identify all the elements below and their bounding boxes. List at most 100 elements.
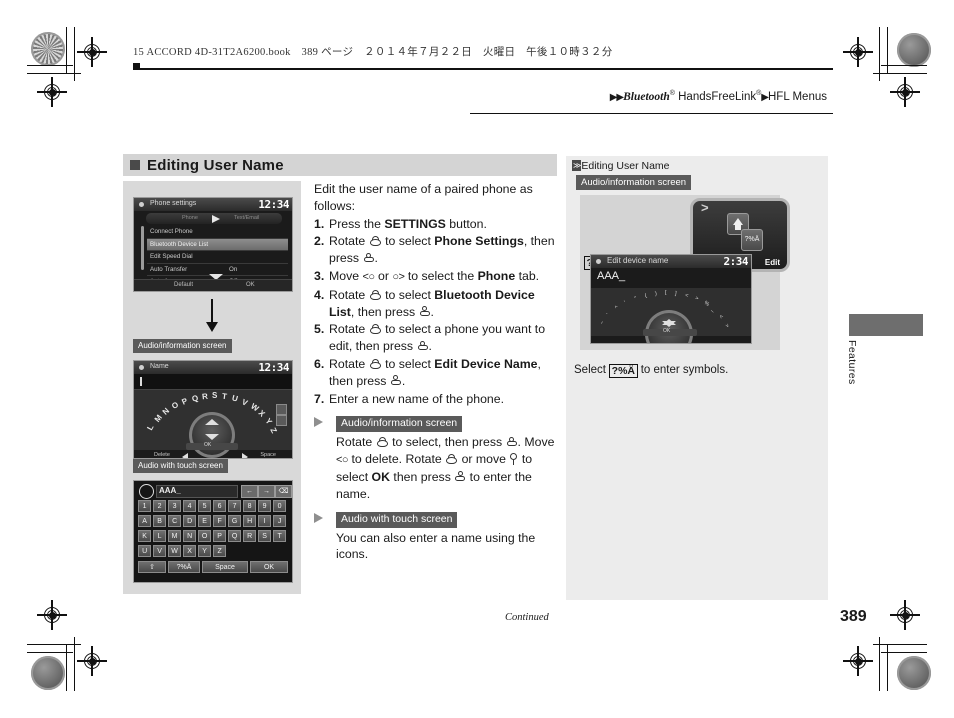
screen3-key[interactable]: Y bbox=[198, 545, 212, 557]
screen3-key[interactable]: N bbox=[183, 530, 197, 542]
screen3-key[interactable]: M bbox=[168, 530, 182, 542]
print-book-line: 15 ACCORD 4D-31T2A6200.book 389 ページ ２０１４… bbox=[133, 47, 613, 58]
screen3-key[interactable]: T bbox=[273, 530, 287, 542]
step-number: 1. bbox=[314, 216, 325, 231]
screen3-key[interactable]: L bbox=[153, 530, 167, 542]
screen1-row-label: Edit Speed Dial bbox=[150, 253, 193, 260]
screen4-symbol: ` bbox=[605, 312, 612, 318]
step-7: 7. Enter a new name of the phone. bbox=[314, 391, 560, 408]
screen1-tab-phone: Phone bbox=[182, 215, 198, 221]
breadcrumb-item-hfl-menus: HFL Menus bbox=[767, 90, 827, 103]
screen3-key[interactable]: 2 bbox=[153, 500, 167, 512]
screen3-symbol-key[interactable]: ?%Ä bbox=[168, 561, 200, 573]
registration-mark-tl2 bbox=[37, 77, 67, 107]
screen3-ok-key[interactable]: OK bbox=[250, 561, 288, 573]
screen3-key[interactable]: 5 bbox=[198, 500, 212, 512]
screen3-key[interactable]: Q bbox=[228, 530, 242, 542]
rotate-knob-icon bbox=[369, 289, 382, 301]
screen3-key[interactable]: 1 bbox=[138, 500, 152, 512]
side-tab-label: Features bbox=[846, 340, 858, 385]
screen3-key[interactable]: V bbox=[153, 545, 167, 557]
step-text-pre: Press the bbox=[329, 216, 385, 231]
screen3-key[interactable]: 0 bbox=[273, 500, 287, 512]
figure-label-audio-with-touch-screen: Audio with touch screen bbox=[133, 459, 228, 473]
screen3-key[interactable]: E bbox=[198, 515, 212, 527]
sub-block-audio-touch: Audio with touch screen You can also ent… bbox=[314, 510, 560, 564]
sub-block-tag: Audio/information screen bbox=[336, 416, 463, 433]
screen2-letter: N bbox=[160, 406, 172, 417]
screen3-key[interactable]: U bbox=[138, 545, 152, 557]
screen3-text-value: AAA_ bbox=[159, 486, 181, 495]
step-text-post: button. bbox=[445, 216, 487, 231]
screen4-status-icon bbox=[596, 259, 601, 264]
screen3-key[interactable]: Z bbox=[213, 545, 227, 557]
screen3-key[interactable]: S bbox=[258, 530, 272, 542]
screen3-key[interactable]: G bbox=[228, 515, 242, 527]
screen3-topbar: AAA_ ← → ⌫ bbox=[134, 481, 292, 499]
sub-block-audio-information: Audio/information screen Rotate to selec… bbox=[314, 414, 560, 502]
screen3-key[interactable]: C bbox=[168, 515, 182, 527]
screen3-key[interactable]: 9 bbox=[258, 500, 272, 512]
screen1-row-edit-speed-dial: Edit Speed Dial bbox=[147, 251, 288, 264]
screen1-title: Phone settings bbox=[150, 199, 197, 207]
screen3-key[interactable]: P bbox=[213, 530, 227, 542]
screen1-row-label: Auto Transfer bbox=[150, 265, 188, 273]
step-number: 4. bbox=[314, 287, 325, 302]
step-text-pre: Move bbox=[329, 268, 363, 283]
crop-line-tr-h2 bbox=[873, 73, 927, 75]
screen2-letter: Z bbox=[268, 426, 279, 435]
crop-line-tr-h bbox=[881, 65, 927, 67]
screen3-key[interactable]: 8 bbox=[243, 500, 257, 512]
screen3-backspace-button[interactable]: ⌫ bbox=[275, 485, 292, 498]
screen1-tab-text-email: Text/Email bbox=[234, 215, 260, 221]
screen3-key[interactable]: K bbox=[138, 530, 152, 542]
rotate-knob-icon bbox=[376, 437, 389, 448]
screen3-key[interactable]: X bbox=[183, 545, 197, 557]
screen3-key[interactable]: W bbox=[168, 545, 182, 557]
screen3-cursor-left-button[interactable]: ← bbox=[241, 485, 258, 498]
screen1-tabs: Phone Text/Email bbox=[146, 213, 282, 224]
screen3-key[interactable]: 7 bbox=[228, 500, 242, 512]
sub1-line1b: to select, then press bbox=[388, 435, 506, 450]
screen3-key[interactable]: R bbox=[243, 530, 257, 542]
screen3-key[interactable]: H bbox=[243, 515, 257, 527]
screen1-row-label: Connect Phone bbox=[150, 228, 193, 235]
body-text: Edit the user name of a paired phone as … bbox=[314, 181, 560, 563]
screen3-key[interactable]: J bbox=[273, 515, 287, 527]
screen3-key[interactable]: A bbox=[138, 515, 152, 527]
sub-block-arrow-icon bbox=[314, 512, 323, 523]
screen2-letter-wheel: L M N O P Q R S T U V W X Y Z Delete Spa… bbox=[134, 390, 292, 458]
screen3-key[interactable]: F bbox=[213, 515, 227, 527]
screen1-tab-pointer-icon bbox=[212, 214, 220, 223]
screen3-key[interactable]: D bbox=[183, 515, 197, 527]
magnified-edit-label: Edit bbox=[764, 258, 780, 267]
magnified-symbol-key: ?%Ä bbox=[741, 229, 763, 251]
screen2-letter: Q bbox=[190, 393, 200, 404]
screen3-row-alpha2: K L M N O P Q R S T bbox=[138, 530, 288, 543]
screen2-letter: O bbox=[170, 400, 181, 411]
screen4-symbol: % bbox=[702, 300, 711, 308]
screen3-key[interactable]: 6 bbox=[213, 500, 227, 512]
sub-block-body: Rotate to select, then press . Move <○ t… bbox=[336, 435, 555, 501]
screen3-key[interactable]: O bbox=[198, 530, 212, 542]
header-rule bbox=[133, 68, 833, 70]
step-bold: SETTINGS bbox=[384, 216, 446, 231]
sub1-line1a: Rotate bbox=[336, 435, 376, 450]
screen3-shift-key[interactable]: ⇧ bbox=[138, 561, 166, 573]
screen4-symbol: > bbox=[723, 323, 731, 329]
screen3-key[interactable]: I bbox=[258, 515, 272, 527]
step-mid: to select bbox=[381, 287, 435, 302]
screen3-key[interactable]: 4 bbox=[183, 500, 197, 512]
screen4-down-arrow-icon bbox=[662, 321, 676, 327]
screen3-space-key[interactable]: Space bbox=[202, 561, 248, 573]
step-4: 4. Rotate to select Bluetooth Device Lis… bbox=[314, 287, 535, 319]
sub1-line2c: or move bbox=[458, 452, 510, 467]
screen3-key[interactable]: 3 bbox=[168, 500, 182, 512]
screen2-letter: M bbox=[152, 413, 164, 424]
screen2-letter: R bbox=[201, 391, 209, 402]
step-6: 6. Rotate to select Edit Device Name, th… bbox=[314, 356, 541, 388]
figure-label-audio-information-screen: Audio/information screen bbox=[133, 339, 232, 353]
continued-label: Continued bbox=[505, 612, 549, 623]
screen3-key[interactable]: B bbox=[153, 515, 167, 527]
screen3-cursor-right-button[interactable]: → bbox=[258, 485, 275, 498]
